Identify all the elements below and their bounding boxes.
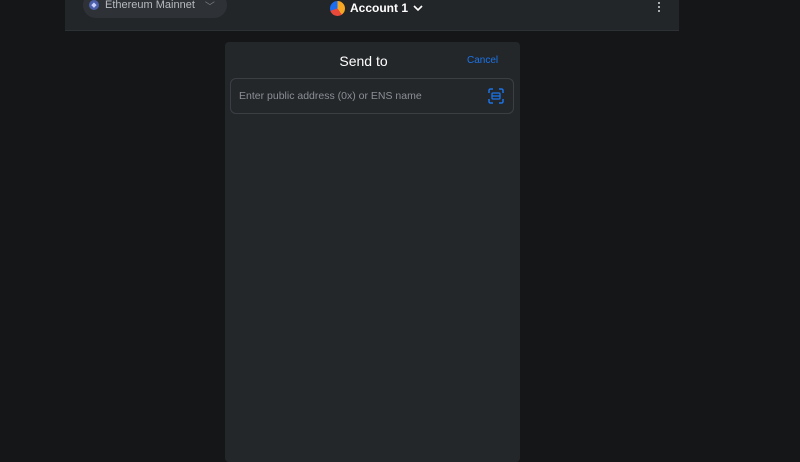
address-input[interactable] [239, 79, 479, 113]
network-label: Ethereum Mainnet [105, 0, 195, 11]
send-panel: Send to Cancel [225, 42, 520, 462]
account-avatar-icon [330, 0, 345, 16]
ethereum-icon: ◆ [89, 0, 99, 10]
page-title: Send to [339, 53, 388, 69]
app-header: ◆ Ethereum Mainnet ﹀ Account 1 [65, 0, 679, 31]
account-label: Account 1 [350, 1, 409, 15]
kebab-menu-icon[interactable] [653, 0, 665, 14]
chevron-down-icon [413, 5, 423, 12]
cancel-button[interactable]: Cancel [467, 55, 498, 66]
address-field [230, 78, 514, 114]
qr-scan-icon[interactable] [488, 88, 504, 104]
chevron-down-icon: ﹀ [204, 1, 215, 13]
network-selector[interactable]: ◆ Ethereum Mainnet ﹀ [83, 0, 227, 18]
account-selector[interactable]: Account 1 [330, 0, 423, 17]
